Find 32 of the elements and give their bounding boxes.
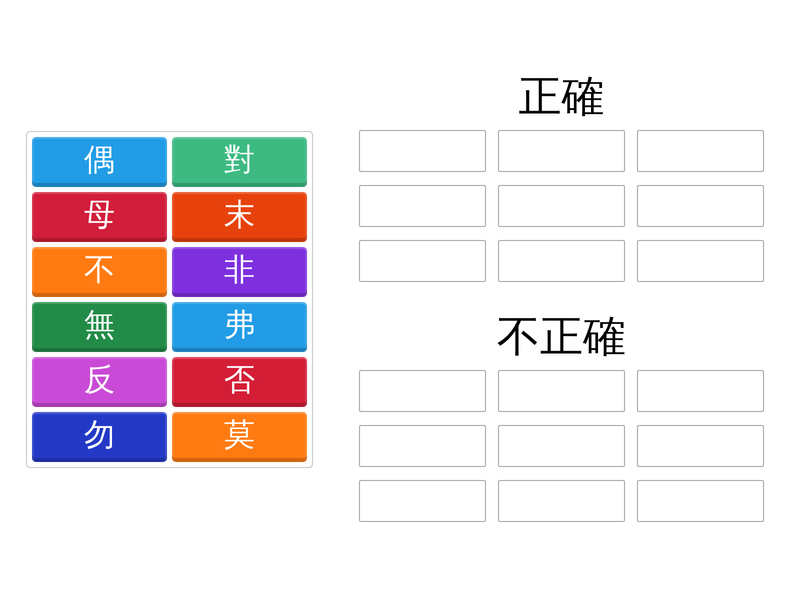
group-title: 正確: [518, 72, 606, 122]
word-tile[interactable]: 對: [172, 137, 307, 187]
answer-box[interactable]: [637, 480, 764, 522]
word-tile[interactable]: 非: [172, 247, 307, 297]
answer-box[interactable]: [498, 130, 625, 172]
answer-box[interactable]: [637, 370, 764, 412]
word-tile[interactable]: 弗: [172, 302, 307, 352]
word-tile[interactable]: 勿: [32, 412, 167, 462]
answer-box[interactable]: [359, 185, 486, 227]
answer-box[interactable]: [359, 130, 486, 172]
answer-box[interactable]: [637, 185, 764, 227]
answer-box[interactable]: [359, 240, 486, 282]
word-tile[interactable]: 無: [32, 302, 167, 352]
answer-box[interactable]: [498, 240, 625, 282]
word-tile[interactable]: 反: [32, 357, 167, 407]
word-tile[interactable]: 偶: [32, 137, 167, 187]
answer-box[interactable]: [359, 480, 486, 522]
answer-box[interactable]: [637, 240, 764, 282]
answer-box[interactable]: [498, 185, 625, 227]
answer-box[interactable]: [637, 130, 764, 172]
answer-box[interactable]: [498, 425, 625, 467]
word-tile[interactable]: 末: [172, 192, 307, 242]
answer-box[interactable]: [637, 425, 764, 467]
answer-box[interactable]: [498, 480, 625, 522]
answer-box[interactable]: [359, 370, 486, 412]
word-tile[interactable]: 莫: [172, 412, 307, 462]
word-tile[interactable]: 不: [32, 247, 167, 297]
answer-box[interactable]: [359, 425, 486, 467]
answer-box[interactable]: [498, 370, 625, 412]
word-tile[interactable]: 否: [172, 357, 307, 407]
group-title: 不正確: [496, 312, 627, 362]
word-tile[interactable]: 母: [32, 192, 167, 242]
